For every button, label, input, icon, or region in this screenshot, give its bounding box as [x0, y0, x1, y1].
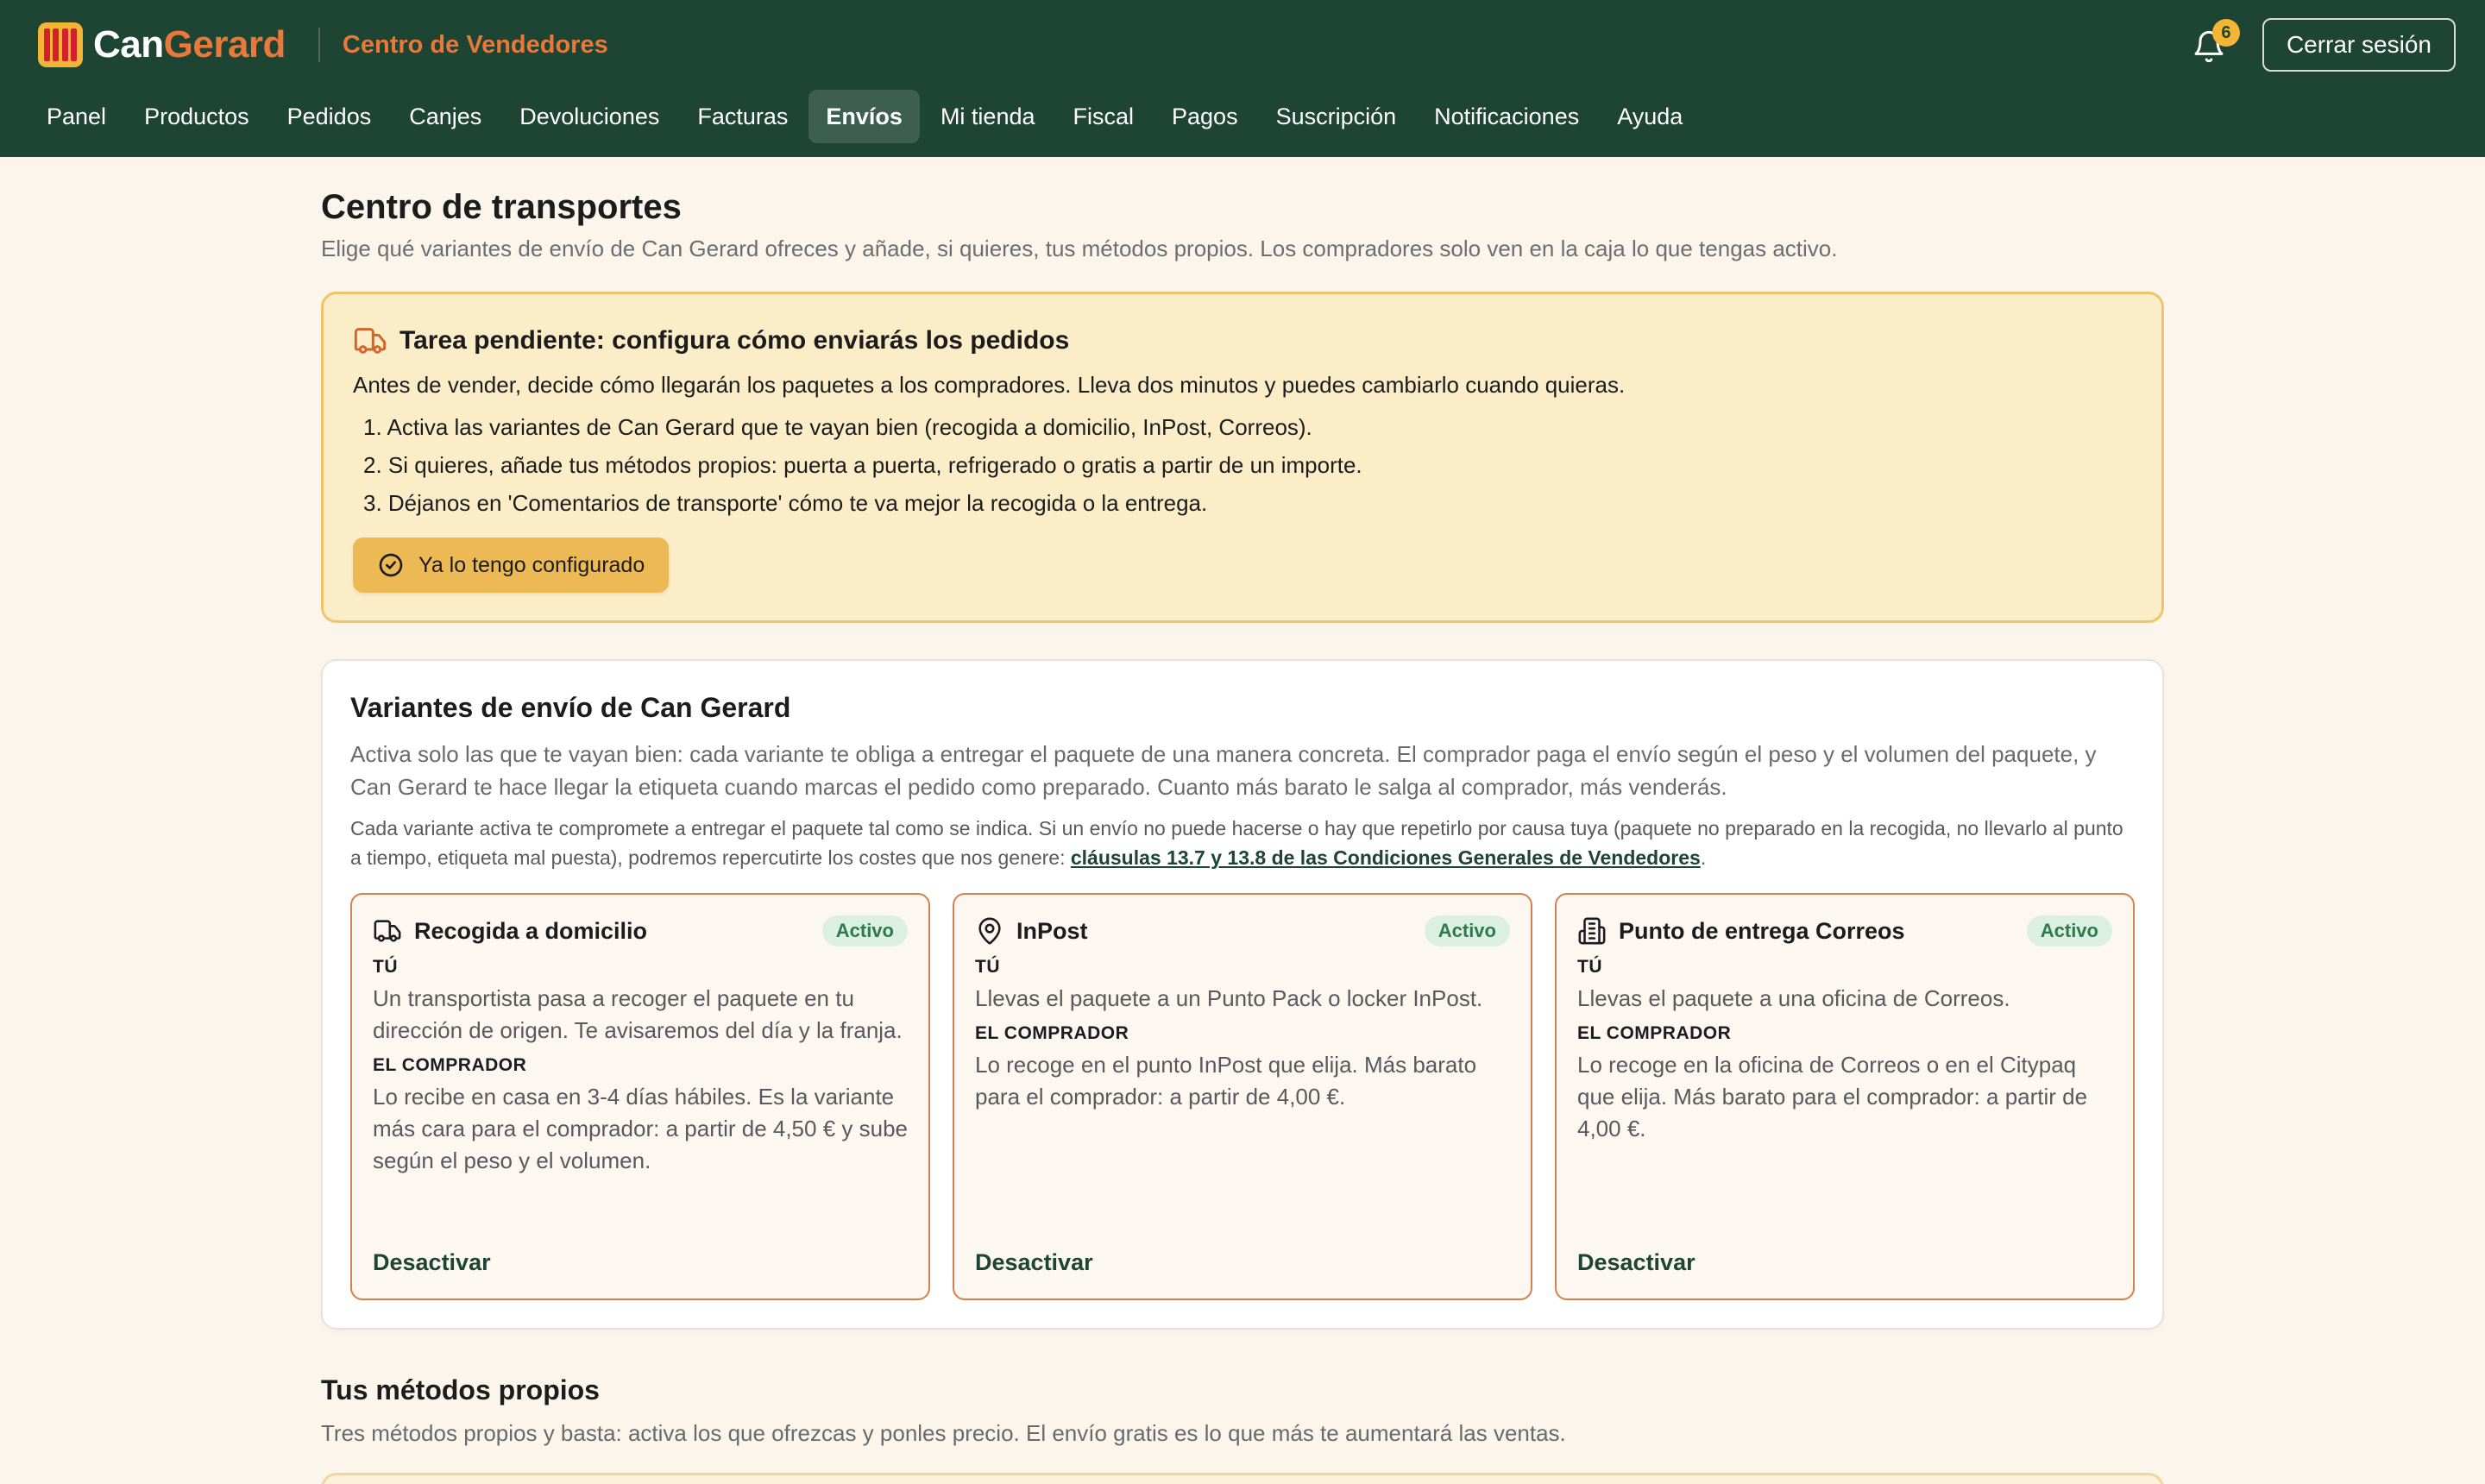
own-methods-subtitle: Tres métodos propios y basta: activa los… [321, 1420, 1566, 1446]
variants-description: Activa solo las que te vayan bien: cada … [350, 741, 2097, 800]
logo-text-gerard: Gerard [163, 23, 286, 66]
page-subtitle: Elige qué variantes de envío de Can Gera… [321, 236, 1838, 261]
nav-item-facturas[interactable]: Facturas [680, 90, 805, 143]
variant-card-inpost: InPost Activo TÚ Llevas el paquete a un … [953, 893, 1532, 1300]
notifications-count-badge: 6 [2211, 19, 2240, 47]
nav-item-envíos[interactable]: Envíos [808, 90, 920, 143]
main-content: Centro de transportes Elige qué variante… [321, 157, 2164, 1484]
status-badge: Activo [821, 915, 908, 946]
task-steps: 1. Activa las variantes de Can Gerard qu… [353, 414, 2132, 517]
role-text-you: Llevas el paquete a un Punto Pack o lock… [975, 985, 1483, 1011]
variants-card: Variantes de envío de Can Gerard Activa … [321, 659, 2164, 1330]
logout-button[interactable]: Cerrar sesión [2262, 18, 2456, 72]
logo-badge-icon [38, 22, 83, 67]
truck-icon [354, 328, 387, 354]
variant-card-home-pickup: Recogida a domicilio Activo TÚ Un transp… [350, 893, 930, 1300]
map-pin-icon [978, 917, 1001, 945]
role-label-buyer: EL COMPRADOR [1577, 1023, 1732, 1043]
nav-item-notificaciones[interactable]: Notificaciones [1417, 90, 1596, 143]
nav-item-pagos[interactable]: Pagos [1154, 90, 1255, 143]
variants-note-end: . [1700, 846, 1707, 869]
conditions-link[interactable]: cláusulas 13.7 y 13.8 de las Condiciones… [1071, 846, 1701, 869]
variants-title: Variantes de envío de Can Gerard [350, 692, 791, 723]
truck-icon [374, 920, 401, 942]
nav-item-mi-tienda[interactable]: Mi tienda [923, 90, 1053, 143]
nav-item-ayuda[interactable]: Ayuda [1600, 90, 1700, 143]
nav-item-pedidos[interactable]: Pedidos [270, 90, 389, 143]
header-top-row: CanGerard Centro de Vendedores 6 Cerrar … [38, 0, 2456, 90]
nav-item-productos[interactable]: Productos [127, 90, 267, 143]
nav-item-devoluciones[interactable]: Devoluciones [502, 90, 676, 143]
deactivate-button[interactable]: Desactivar [1577, 1249, 1695, 1276]
variant-title: Recogida a domicilio [414, 917, 648, 944]
variants-note: Cada variante activa te compromete a ent… [350, 814, 2135, 872]
task-step: 2. Si quieres, añade tus métodos propios… [363, 452, 1362, 478]
header-divider [318, 28, 320, 62]
task-step: 3. Déjanos en 'Comentarios de transporte… [363, 490, 1208, 516]
variants-list: Recogida a domicilio Activo TÚ Un transp… [350, 893, 2135, 1300]
variant-title: Punto de entrega Correos [1619, 917, 1905, 944]
logo[interactable]: CanGerard [38, 22, 286, 67]
task-header: Tarea pendiente: configura cómo enviarás… [353, 324, 2132, 358]
logo-text-can: Can [93, 23, 164, 66]
already-configured-label: Ya lo tengo configurado [418, 552, 645, 577]
role-label-you: TÚ [1577, 957, 1602, 977]
nav-item-fiscal[interactable]: Fiscal [1056, 90, 1152, 143]
pending-task-box: Tarea pendiente: configura cómo enviarás… [321, 292, 2164, 623]
task-step: 1. Activa las variantes de Can Gerard qu… [363, 414, 1312, 440]
top-header: CanGerard Centro de Vendedores 6 Cerrar … [0, 0, 2485, 157]
role-label-you: TÚ [975, 957, 1000, 977]
deactivate-button[interactable]: Desactivar [975, 1249, 1093, 1276]
variant-header: InPost Activo [975, 915, 1510, 946]
variant-card-correos: Punto de entrega Correos Activo TÚ Lleva… [1555, 893, 2135, 1300]
nav-item-suscripción[interactable]: Suscripción [1259, 90, 1414, 143]
check-circle-icon [379, 553, 403, 577]
role-label-buyer: EL COMPRADOR [975, 1023, 1129, 1043]
building-icon [1578, 917, 1606, 945]
logo-text: CanGerard [93, 23, 286, 66]
variant-header: Recogida a domicilio Activo [373, 915, 908, 946]
already-configured-button[interactable]: Ya lo tengo configurado [353, 538, 670, 593]
role-text-buyer: Lo recoge en la oficina de Correos o en … [1577, 1052, 2088, 1141]
nav-item-panel[interactable]: Panel [29, 90, 123, 143]
portal-title: Centro de Vendedores [342, 30, 608, 59]
variant-header: Punto de entrega Correos Activo [1577, 915, 2112, 946]
role-text-buyer: Lo recoge en el punto InPost que elija. … [975, 1052, 1477, 1110]
role-text-you: Un transportista pasa a recoger el paque… [373, 985, 903, 1043]
status-badge: Activo [2026, 915, 2112, 946]
task-title: Tarea pendiente: configura cómo enviarás… [399, 326, 1070, 355]
header-actions: 6 Cerrar sesión [2190, 18, 2456, 72]
status-badge: Activo [1424, 915, 1510, 946]
role-label-you: TÚ [373, 957, 398, 977]
role-label-buyer: EL COMPRADOR [373, 1055, 527, 1075]
deactivate-button[interactable]: Desactivar [373, 1249, 491, 1276]
task-intro: Antes de vender, decide cómo llegarán lo… [353, 372, 1626, 398]
own-methods-box [321, 1473, 2164, 1484]
page-title: Centro de transportes [321, 188, 682, 226]
own-methods-title: Tus métodos propios [321, 1374, 600, 1405]
role-text-buyer: Lo recibe en casa en 3-4 días hábiles. E… [373, 1084, 908, 1173]
role-text-you: Llevas el paquete a una oficina de Corre… [1577, 985, 2010, 1011]
nav-item-canjes[interactable]: Canjes [392, 90, 499, 143]
variant-title: InPost [1016, 917, 1088, 944]
notifications-button[interactable]: 6 [2190, 19, 2240, 64]
main-nav: Panel Productos Pedidos Canjes Devoluciones F… [29, 90, 2456, 143]
